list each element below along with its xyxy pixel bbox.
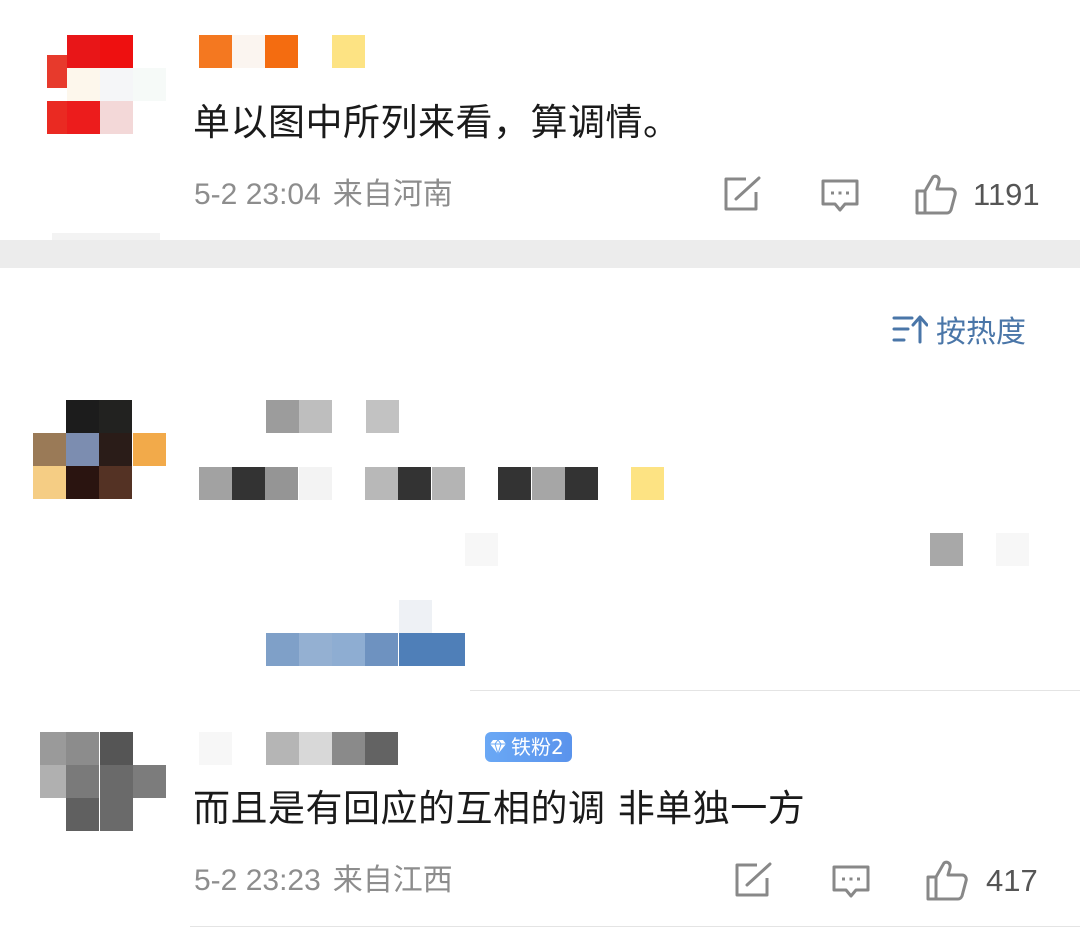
fan-badge: 铁粉2 — [485, 732, 572, 762]
comment-meta: 5-2 23:23 来自江西 — [194, 866, 453, 896]
diamond-icon — [490, 739, 506, 756]
like-count: 1191 — [973, 177, 1040, 212]
comment-icon[interactable] — [820, 178, 860, 214]
username[interactable] — [199, 732, 409, 765]
divider — [470, 690, 1080, 691]
like-count: 417 — [986, 863, 1038, 898]
share-icon[interactable] — [722, 176, 762, 212]
share-icon[interactable] — [733, 862, 773, 898]
thumbs-up-icon[interactable] — [925, 858, 969, 902]
comment-text: 而且是有回应的互相的调 非单独一方 — [193, 787, 806, 830]
badge-label: 铁粉2 — [511, 735, 564, 759]
avatar[interactable] — [33, 400, 167, 500]
sort-icon — [892, 315, 928, 344]
comment-text — [199, 467, 1079, 667]
sort-label: 按热度 — [936, 315, 1026, 350]
username[interactable] — [199, 35, 369, 68]
avatar[interactable] — [47, 35, 167, 135]
username[interactable] — [266, 400, 406, 433]
comment-meta: 5-2 23:04 来自河南 — [194, 180, 453, 210]
sort-button[interactable]: 按热度 — [892, 311, 1026, 350]
comment-time: 5-2 23:23 — [194, 864, 321, 897]
comment-time: 5-2 23:04 — [194, 178, 321, 211]
section-divider — [0, 240, 1080, 268]
divider — [190, 926, 1080, 927]
comment-location: 来自江西 — [332, 863, 453, 898]
thumbs-up-icon[interactable] — [914, 172, 958, 216]
comment-text: 单以图中所列来看，算调情。 — [193, 101, 681, 144]
comment-icon[interactable] — [831, 864, 871, 900]
avatar[interactable] — [40, 732, 167, 832]
comment-location: 来自河南 — [332, 177, 453, 212]
